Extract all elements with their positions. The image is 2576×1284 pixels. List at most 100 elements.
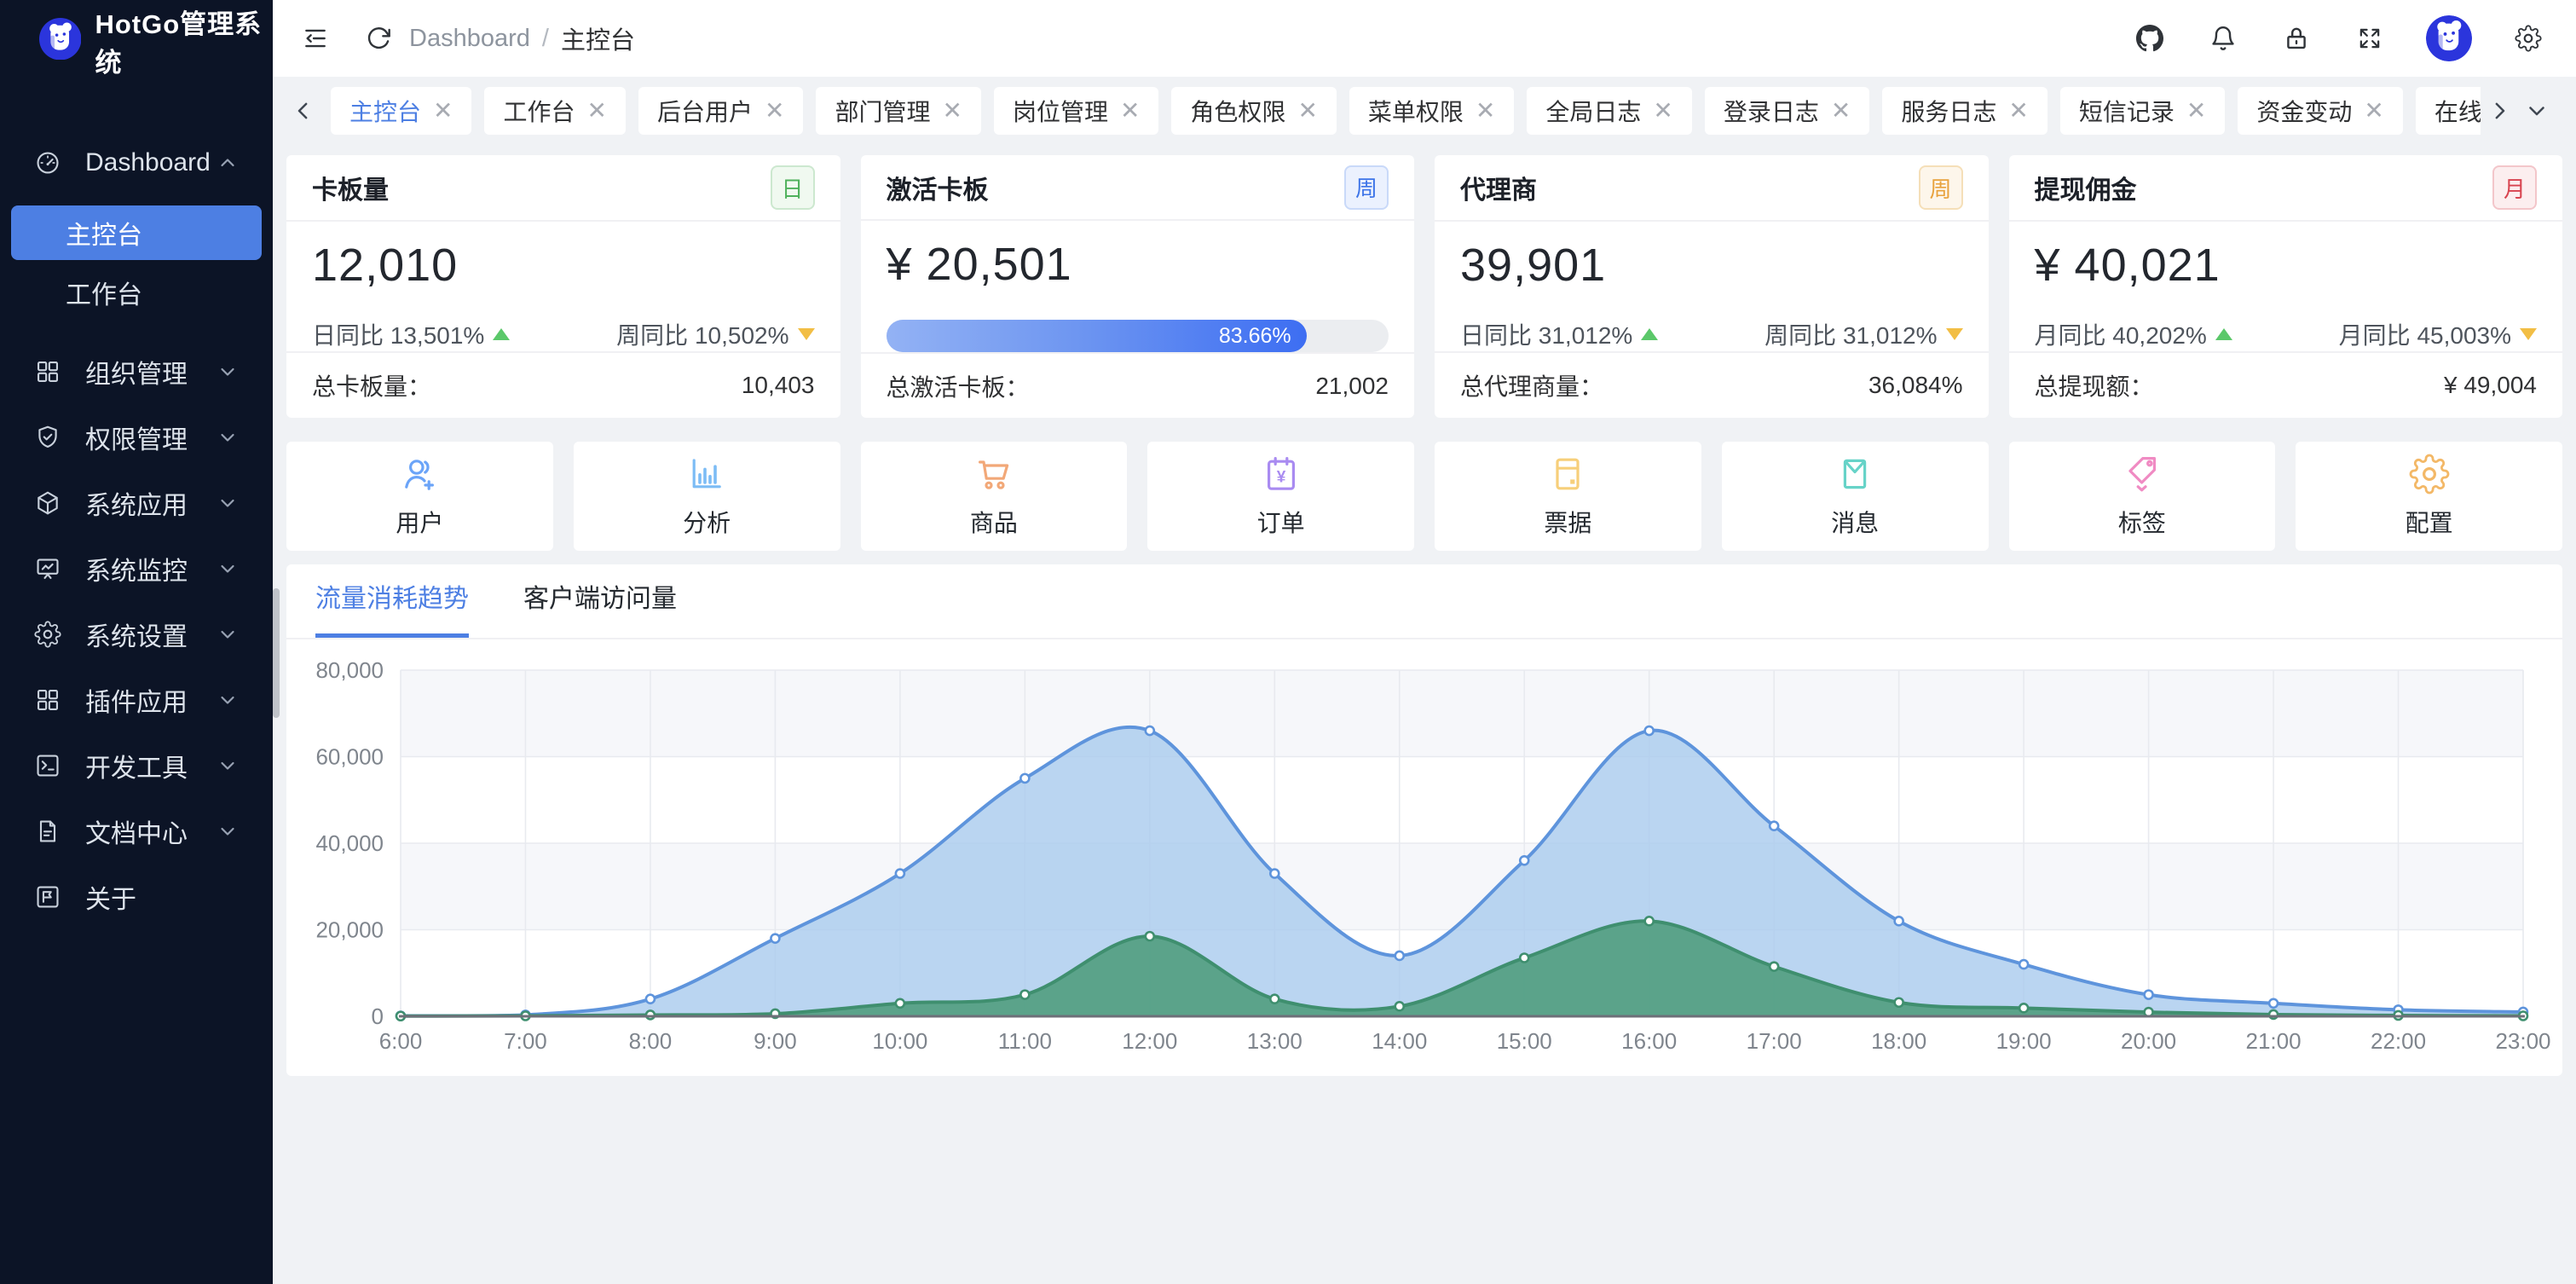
tab-13[interactable]: 在线充值✕ (2416, 87, 2481, 135)
svg-text:11:00: 11:00 (998, 1028, 1052, 1054)
tab-9[interactable]: 登录日志✕ (1705, 87, 1869, 135)
tab-2[interactable]: 工作台✕ (484, 87, 625, 135)
tab-close-icon[interactable]: ✕ (587, 99, 607, 123)
tab-3[interactable]: 后台用户 ✕ (638, 87, 803, 135)
chart-tab-traffic[interactable]: 流量消耗趋势 (315, 577, 469, 638)
sidebar-subitem-console[interactable]: 主控台 (11, 205, 262, 260)
shortcut-消息[interactable]: 消息 (1722, 442, 1989, 551)
tabs-scroll-right-icon[interactable] (2481, 92, 2518, 130)
shortcut-分析[interactable]: 分析 (574, 442, 840, 551)
sidebar-item-doc[interactable]: 文档中心 (0, 798, 273, 864)
shortcut-配置[interactable]: 配置 (2296, 442, 2562, 551)
tabs-scroll-left-icon[interactable] (285, 92, 322, 130)
sidebar-item-sysmon[interactable]: 系统监控 (0, 535, 273, 601)
avatar[interactable] (2426, 15, 2472, 61)
tabs-dropdown-icon[interactable] (2518, 92, 2556, 130)
stat-card-header: 激活卡板周 (861, 155, 1415, 221)
settings-gear-icon[interactable] (2511, 21, 2545, 55)
svg-text:16:00: 16:00 (1621, 1028, 1677, 1054)
sidebar-item-perm[interactable]: 权限管理 (0, 404, 273, 470)
shortcut-label: 订单 (1257, 505, 1305, 539)
period-badge[interactable]: 日 (771, 165, 815, 210)
lock-icon[interactable] (2279, 21, 2313, 55)
area-chart-svg: 020,00040,00060,00080,0006:007:008:009:0… (286, 639, 2562, 1069)
tab-close-icon[interactable]: ✕ (1120, 99, 1140, 123)
tab-label: 角色权限 (1190, 94, 1285, 128)
chevron-up-icon (217, 152, 239, 174)
tab-label: 全局日志 (1545, 94, 1641, 128)
tab-close-icon[interactable]: ✕ (2364, 99, 2383, 123)
tab-label: 主控台 (349, 94, 421, 128)
github-icon[interactable] (2133, 21, 2167, 55)
dashboard-icon (34, 149, 61, 176)
tab-11[interactable]: 短信记录✕ (2060, 87, 2225, 135)
sidebar-item-sysapp[interactable]: 系统应用 (0, 470, 273, 535)
sidebar-item-plugin[interactable]: 插件应用 (0, 667, 273, 732)
svg-text:8:00: 8:00 (629, 1028, 673, 1054)
trend-label: 月同比 40,202% (2035, 317, 2207, 351)
tab-close-icon[interactable]: ✕ (433, 99, 453, 123)
trend-up: 日同比 13,501% (312, 317, 510, 351)
collapse-menu-icon[interactable] (298, 21, 332, 55)
tab-label: 后台用户 (657, 94, 753, 128)
fullscreen-icon[interactable] (2353, 21, 2387, 55)
breadcrumb-root[interactable]: Dashboard (409, 25, 530, 53)
tab-close-icon[interactable]: ✕ (1831, 99, 1851, 123)
logo[interactable]: HotGo管理系统 (0, 0, 273, 82)
tab-close-icon[interactable]: ✕ (942, 99, 962, 123)
period-badge[interactable]: 周 (1344, 165, 1389, 210)
stat-card-value: 39,901 (1460, 239, 1963, 292)
chevron-down-icon (217, 492, 239, 514)
refresh-icon[interactable] (361, 21, 396, 55)
period-badge[interactable]: 周 (1919, 165, 1963, 210)
sidebar-subitem-workbench[interactable]: 工作台 (11, 265, 262, 320)
stat-footer-value: ¥ 49,004 (2444, 372, 2537, 399)
shortcut-用户[interactable]: 用户 (286, 442, 553, 551)
sidebar-menu: Dashboard 主控台工作台组织管理权限管理系统应用系统监控系统设置插件应用开… (0, 130, 273, 929)
period-badge[interactable]: 月 (2492, 165, 2537, 210)
tab-close-icon[interactable]: ✕ (1653, 99, 1672, 123)
shortcut-票据[interactable]: 票据 (1435, 442, 1701, 551)
sidebar-item-org[interactable]: 组织管理 (0, 338, 273, 404)
shield-icon (34, 424, 61, 451)
tab-12[interactable]: 资金变动✕ (2238, 87, 2402, 135)
tab-4[interactable]: 部门管理✕ (816, 87, 980, 135)
sidebar-item-devtool[interactable]: 开发工具 (0, 732, 273, 798)
tab-close-icon[interactable]: ✕ (1297, 99, 1317, 123)
sidebar-item-sysset[interactable]: 系统设置 (0, 601, 273, 667)
main-column: Dashboard / 主控台 主控台✕工作台✕后台用户✕部门管理✕岗位管理✕角… (273, 0, 2576, 1284)
stat-card-body: ¥ 40,021月同比 40,202%月同比 45,003% (2009, 222, 2563, 351)
tabs-strip: 主控台✕工作台✕后台用户✕部门管理✕岗位管理✕角色权限✕菜单权限✕全局日志✕登录… (331, 87, 2481, 135)
chart-tab-client-visits[interactable]: 客户端访问量 (523, 577, 677, 638)
progress-bar: 83.66% (887, 320, 1389, 352)
sidebar-item-dashboard[interactable]: Dashboard (0, 130, 273, 195)
chevron-down-icon (217, 623, 239, 645)
tab-1[interactable]: 主控台 ✕ (331, 87, 471, 135)
tab-6[interactable]: 角色权限 ✕ (1171, 87, 1336, 135)
bell-icon[interactable] (2206, 21, 2240, 55)
tab-10[interactable]: 服务日志✕ (1882, 87, 2047, 135)
split-area-band (401, 843, 2523, 930)
stat-footer-label: 总激活卡板： (887, 369, 1030, 403)
svg-text:0: 0 (372, 1003, 384, 1029)
sidebar-item-about[interactable]: 关于 (0, 864, 273, 929)
tab-8[interactable]: 全局日志 ✕ (1527, 87, 1691, 135)
tab-close-icon[interactable]: ✕ (765, 99, 784, 123)
tab-7[interactable]: 菜单权限✕ (1349, 87, 1514, 135)
svg-text:12:00: 12:00 (1122, 1028, 1177, 1054)
sidebar-item-label: 文档中心 (85, 813, 217, 850)
tab-close-icon[interactable]: ✕ (1476, 99, 1495, 123)
tag-icon (2122, 454, 2163, 495)
shortcut-标签[interactable]: 标签 (2009, 442, 2276, 551)
stat-card-title: 代理商 (1460, 169, 1537, 206)
tab-close-icon[interactable]: ✕ (2186, 99, 2206, 123)
sidebar-item-label: 开发工具 (85, 747, 217, 784)
scrollbar-thumb[interactable] (273, 588, 280, 718)
tab-close-icon[interactable]: ✕ (2008, 99, 2028, 123)
traffic-trend-chart: 020,00040,00060,00080,0006:007:008:009:0… (286, 639, 2562, 1069)
shortcut-商品[interactable]: 商品 (861, 442, 1128, 551)
chevron-down-icon (217, 426, 239, 448)
svg-text:40,000: 40,000 (315, 830, 384, 856)
shortcut-订单[interactable]: ¥订单 (1147, 442, 1414, 551)
tab-5[interactable]: 岗位管理✕ (994, 87, 1158, 135)
